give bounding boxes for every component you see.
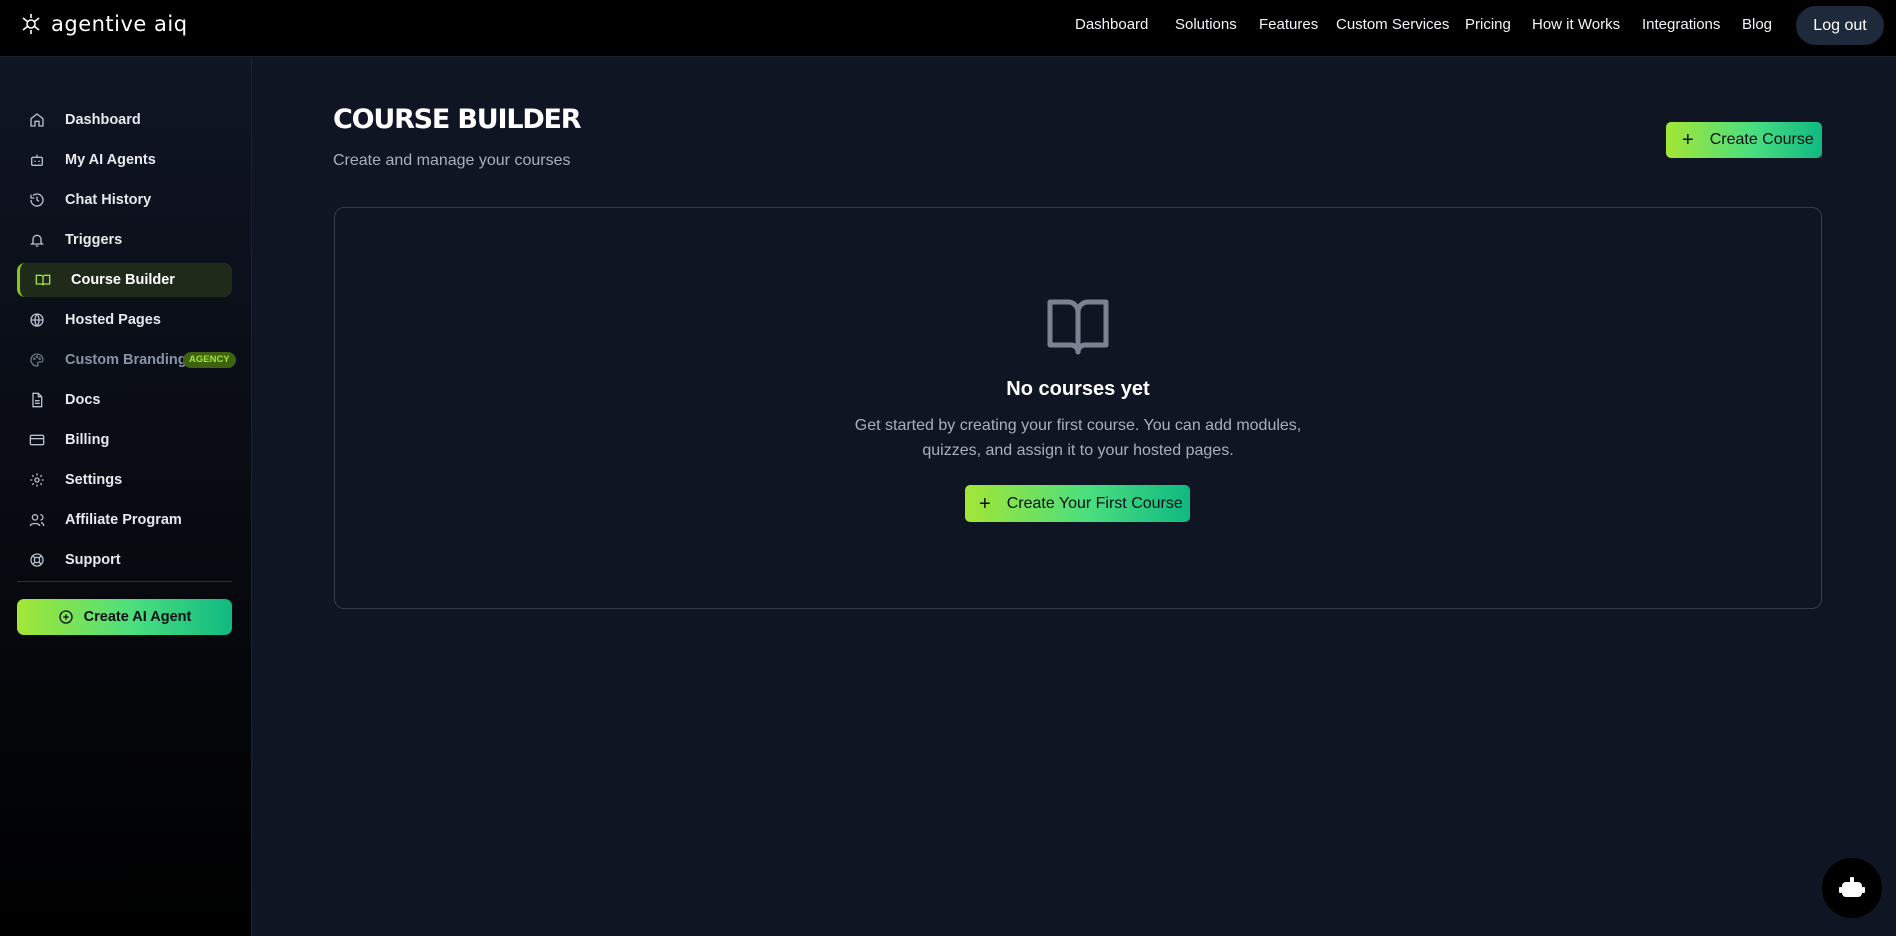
chat-widget-button[interactable] xyxy=(1822,858,1882,918)
sidebar-item-dashboard[interactable]: Dashboard xyxy=(17,103,232,137)
bell-icon xyxy=(30,234,44,247)
empty-state-card xyxy=(334,207,1822,609)
sidebar-item-chat-history[interactable]: Chat History xyxy=(17,183,232,217)
logo-mark-icon xyxy=(22,14,40,34)
sidebar-item-label: Chat History xyxy=(65,192,152,208)
empty-state-description: Get started by creating your first cours… xyxy=(854,417,1302,459)
nav-solutions[interactable]: Solutions xyxy=(1175,16,1237,33)
book-open-icon xyxy=(35,274,51,286)
sidebar-item-label: Hosted Pages xyxy=(65,312,161,328)
sidebar-item-label: Triggers xyxy=(65,232,123,248)
create-first-course-label: Create Your First Course xyxy=(1006,494,1183,512)
top-navigation-bar: agentive aiq Dashboard Solutions Feature… xyxy=(0,0,1896,57)
sidebar-item-docs[interactable]: Docs xyxy=(17,383,232,417)
nav-dashboard[interactable]: Dashboard xyxy=(1075,16,1148,33)
nav-custom-services[interactable]: Custom Services xyxy=(1336,16,1449,33)
sidebar-divider xyxy=(17,581,232,582)
page-title: COURSE BUILDER xyxy=(333,104,582,135)
file-text-icon xyxy=(32,392,43,408)
sidebar-item-label: Course Builder xyxy=(71,272,175,288)
plus-icon: + xyxy=(979,492,991,515)
sidebar-item-label: Affiliate Program xyxy=(65,512,182,528)
sidebar-item-label: Billing xyxy=(65,432,110,448)
sidebar-item-custom-branding[interactable]: Custom Branding AGENCY xyxy=(17,343,236,377)
bot-icon xyxy=(31,154,43,166)
gear-icon xyxy=(30,473,44,487)
nav-integrations[interactable]: Integrations xyxy=(1642,16,1720,33)
sidebar-item-hosted-pages[interactable]: Hosted Pages xyxy=(17,303,232,337)
create-first-course-button[interactable]: + Create Your First Course xyxy=(965,485,1190,522)
book-open-icon xyxy=(1047,299,1109,355)
logo-text: agentive aiq xyxy=(51,12,188,36)
globe-icon xyxy=(30,313,44,328)
sidebar-item-triggers[interactable]: Triggers xyxy=(17,223,232,257)
nav-blog[interactable]: Blog xyxy=(1742,16,1772,33)
sidebar-item-label: Dashboard xyxy=(65,112,141,128)
robot-chat-icon xyxy=(1839,877,1865,897)
sidebar-item-billing[interactable]: Billing xyxy=(17,423,232,457)
sidebar-item-label: Docs xyxy=(65,392,101,408)
nav-features[interactable]: Features xyxy=(1259,16,1318,33)
credit-card-icon xyxy=(29,434,45,446)
history-icon xyxy=(30,193,44,207)
brand-logo[interactable]: agentive aiq xyxy=(19,12,188,36)
create-ai-agent-button[interactable]: Create AI Agent xyxy=(17,599,232,635)
sidebar-item-label: My AI Agents xyxy=(65,152,156,168)
sidebar-item-course-builder[interactable]: Course Builder xyxy=(17,263,232,297)
sidebar-item-my-ai-agents[interactable]: My AI Agents xyxy=(17,143,232,177)
create-course-label: Create Course xyxy=(1709,131,1814,148)
palette-icon xyxy=(30,353,44,367)
plus-circle-icon xyxy=(58,610,73,624)
sidebar: Dashboard My AI Agents Chat History Trig… xyxy=(0,58,252,936)
page-subtitle: Create and manage your courses xyxy=(333,152,571,169)
agency-badge: AGENCY xyxy=(183,352,236,368)
sidebar-item-label: Custom Branding xyxy=(65,352,187,368)
sidebar-item-label: Support xyxy=(65,552,121,568)
create-course-button[interactable]: + Create Course xyxy=(1666,122,1822,158)
sidebar-item-affiliate-program[interactable]: Affiliate Program xyxy=(17,503,232,537)
sidebar-item-support[interactable]: Support xyxy=(17,543,232,577)
home-icon xyxy=(30,113,44,127)
empty-state-title: No courses yet xyxy=(1006,378,1150,400)
nav-how-it-works[interactable]: How it Works xyxy=(1532,16,1620,33)
sidebar-item-settings[interactable]: Settings xyxy=(17,463,232,497)
sidebar-item-label: Settings xyxy=(65,472,123,488)
nav-pricing[interactable]: Pricing xyxy=(1465,16,1511,33)
logout-button[interactable]: Log out xyxy=(1796,6,1884,45)
create-ai-agent-label: Create AI Agent xyxy=(83,609,192,625)
plus-icon: + xyxy=(1682,129,1694,151)
users-icon xyxy=(29,514,45,527)
lifebuoy-icon xyxy=(30,553,44,567)
